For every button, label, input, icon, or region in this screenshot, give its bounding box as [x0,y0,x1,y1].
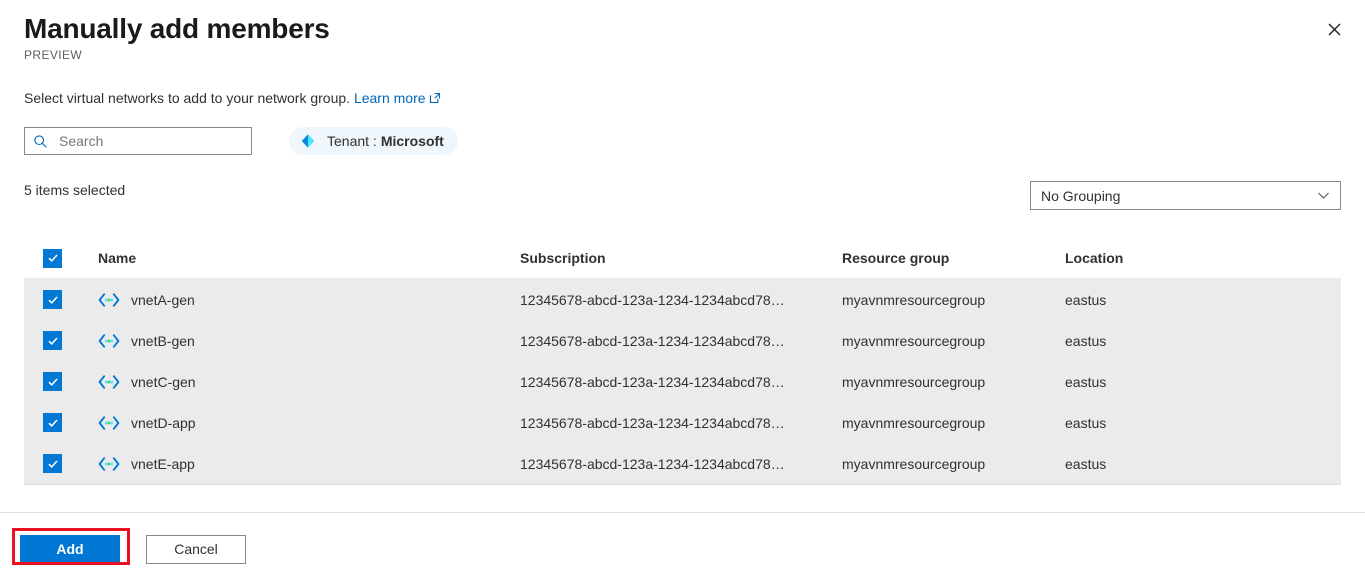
row-subscription: 12345678-abcd-123a-1234-1234abcd78… [520,332,785,349]
checkmark-icon [47,336,58,345]
learn-more-link[interactable]: Learn more [354,90,441,106]
tenant-filter-pill[interactable]: Tenant : Microsoft [289,127,458,155]
learn-more-label: Learn more [353,90,426,106]
add-button[interactable]: Add [20,534,120,564]
row-checkbox[interactable] [43,331,62,350]
virtual-network-icon [98,374,120,390]
row-location: eastus [1065,455,1107,472]
grouping-dropdown[interactable]: No Grouping [1030,181,1341,210]
row-checkbox[interactable] [43,454,62,473]
row-name-cell[interactable]: vnetA-gen [98,292,520,308]
row-name-label: vnetE-app [131,455,195,472]
table-body: vnetA-gen 12345678-abcd-123a-1234-1234ab… [24,279,1341,485]
row-subscription: 12345678-abcd-123a-1234-1234abcd78… [520,291,785,308]
table-header-row: Name Subscription Resource group Locatio… [24,238,1341,279]
row-name-cell[interactable]: vnetD-app [98,415,520,431]
external-link-icon [429,89,441,109]
checkmark-icon [47,459,58,468]
row-checkbox[interactable] [43,372,62,391]
virtual-network-icon [98,333,120,349]
checkmark-icon [47,254,58,263]
row-location: eastus [1065,373,1107,390]
page-title: Manually add members [24,13,330,44]
table-row[interactable]: vnetA-gen 12345678-abcd-123a-1234-1234ab… [24,279,1341,320]
select-all-checkbox[interactable] [43,248,62,268]
row-checkbox-cell[interactable] [24,331,98,350]
chevron-down-icon [1317,189,1330,202]
close-icon [1328,23,1340,35]
table-row[interactable]: vnetE-app 12345678-abcd-123a-1234-1234ab… [24,443,1341,484]
row-name-label: vnetA-gen [131,291,195,308]
row-location: eastus [1065,414,1107,431]
row-name-cell[interactable]: vnetB-gen [98,333,520,349]
search-icon [33,134,48,149]
checkmark-icon [47,377,58,386]
toolbar: Tenant : Microsoft [24,127,458,155]
table-row[interactable]: vnetC-gen 12345678-abcd-123a-1234-1234ab… [24,361,1341,402]
search-input[interactable] [57,132,243,150]
row-name-label: vnetB-gen [131,332,195,349]
checkmark-icon [47,418,58,427]
search-box[interactable] [24,127,252,155]
row-name-cell[interactable]: vnetC-gen [98,374,520,390]
azure-tenant-icon [299,132,317,150]
row-name-label: vnetD-app [131,414,196,431]
preview-badge: PREVIEW [24,48,83,62]
column-header-subscription[interactable]: Subscription [520,250,842,266]
selected-items-count: 5 items selected [24,182,126,198]
row-resource-group: myavnmresourcegroup [842,455,986,472]
row-resource-group: myavnmresourcegroup [842,291,986,308]
table-row[interactable]: vnetD-app 12345678-abcd-123a-1234-1234ab… [24,402,1341,443]
row-checkbox-cell[interactable] [24,372,98,391]
row-subscription: 12345678-abcd-123a-1234-1234abcd78… [520,414,785,431]
row-checkbox[interactable] [43,290,62,309]
row-resource-group: myavnmresourcegroup [842,373,986,390]
panel-header: Manually add members PREVIEW [0,0,1365,62]
tenant-value: Microsoft [380,133,444,149]
close-button[interactable] [1317,12,1351,46]
row-location: eastus [1065,291,1107,308]
row-checkbox-cell[interactable] [24,290,98,309]
row-resource-group: myavnmresourcegroup [842,332,986,349]
row-checkbox-cell[interactable] [24,454,98,473]
row-subscription: 12345678-abcd-123a-1234-1234abcd78… [520,373,785,390]
grouping-selected-value: No Grouping [1041,187,1121,204]
row-checkbox[interactable] [43,413,62,432]
virtual-network-icon [98,456,120,472]
description-text: Select virtual networks to add to your n… [24,88,441,109]
virtual-network-icon [98,415,120,431]
column-header-name[interactable]: Name [98,250,520,266]
description-label: Select virtual networks to add to your n… [24,90,351,106]
members-table: Name Subscription Resource group Locatio… [24,238,1341,485]
tenant-label: Tenant : [327,133,377,149]
row-name-cell[interactable]: vnetE-app [98,456,520,472]
select-all-checkbox-cell[interactable] [24,248,98,268]
footer-action-bar: Add Cancel [0,513,1365,585]
column-header-resource-group[interactable]: Resource group [842,250,1065,266]
table-row[interactable]: vnetB-gen 12345678-abcd-123a-1234-1234ab… [24,320,1341,361]
checkmark-icon [47,295,58,304]
virtual-network-icon [98,292,120,308]
row-resource-group: myavnmresourcegroup [842,414,986,431]
row-location: eastus [1065,332,1107,349]
row-name-label: vnetC-gen [131,373,196,390]
cancel-button[interactable]: Cancel [146,534,246,564]
row-checkbox-cell[interactable] [24,413,98,432]
column-header-location[interactable]: Location [1065,250,1341,266]
row-subscription: 12345678-abcd-123a-1234-1234abcd78… [520,455,785,472]
